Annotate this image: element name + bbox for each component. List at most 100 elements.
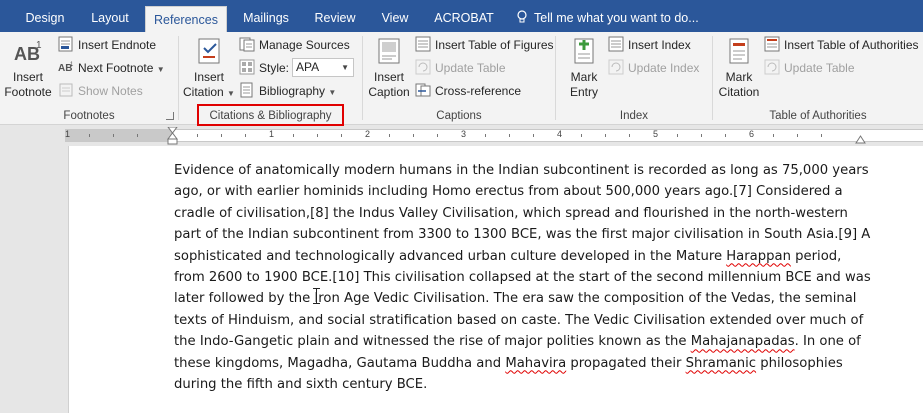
cross-reference-icon: [415, 83, 431, 97]
ruler-tick: [293, 134, 294, 137]
update-index-button[interactable]: Update Index: [608, 58, 699, 78]
insert-endnote-label: Insert Endnote: [78, 38, 157, 52]
manage-sources-icon: [239, 37, 255, 52]
misspelled-word[interactable]: Shramanic: [686, 356, 756, 371]
document-area: Evidence of anatomically modern humans i…: [0, 146, 923, 413]
group-label-toa: Table of Authorities: [769, 110, 867, 122]
cross-reference-label: Cross-reference: [435, 84, 522, 98]
ribbon-tab-bar: Design Layout References Mailings Review…: [0, 0, 923, 32]
tab-view[interactable]: View: [374, 0, 416, 32]
group-index: Mark Entry Insert Index Update Index Ind…: [556, 32, 712, 125]
group-label-index: Index: [619, 110, 649, 122]
mark-citation-button[interactable]: Mark Citation: [715, 34, 763, 100]
tab-layout[interactable]: Layout: [82, 0, 138, 32]
insert-footnote-label-2: Footnote: [4, 85, 52, 99]
body-paragraph[interactable]: Evidence of anatomically modern humans i…: [174, 160, 874, 395]
style-label: Style:: [239, 58, 289, 78]
group-captions: Insert Caption Insert Table of Figures U…: [363, 32, 555, 125]
style-dropdown-value: APA: [296, 60, 320, 74]
insert-citation-button[interactable]: Insert Citation ▼: [181, 34, 237, 101]
ruler-tick: [677, 134, 678, 137]
insert-citation-dropdown-icon[interactable]: ▼: [227, 89, 235, 98]
misspelled-word[interactable]: Harappan: [726, 249, 791, 264]
ruler-tick: [197, 134, 198, 137]
mark-citation-label-1: Mark: [725, 70, 753, 84]
insert-citation-label-1: Insert: [193, 70, 224, 84]
update-table-icon: [415, 59, 431, 75]
bibliography-dropdown-icon[interactable]: ▼: [328, 88, 336, 97]
style-dropdown[interactable]: APA ▼: [292, 58, 354, 77]
tab-review[interactable]: Review: [308, 0, 362, 32]
text-line: from 2600 to 1900 BCE.[10] This civilisa…: [174, 270, 871, 286]
text-line: texts of Hinduism, and social stratifica…: [174, 312, 864, 328]
ruler-tick: [89, 134, 90, 137]
text-segment: these kingdoms, Magadha, Gautama Buddha …: [174, 355, 506, 371]
ruler-number: 2: [365, 129, 371, 139]
tab-acrobat[interactable]: ACROBAT: [428, 0, 500, 32]
text-line: part of the Indian subcontinent from 330…: [174, 227, 871, 243]
insert-endnote-icon: [58, 36, 73, 52]
insert-citation-icon: [198, 38, 220, 64]
text-line: sophisticated and technologically advanc…: [174, 246, 874, 267]
ruler-tick: [581, 134, 582, 137]
insert-table-of-figures-button[interactable]: Insert Table of Figures: [415, 35, 554, 55]
insert-endnote-button[interactable]: Insert Endnote: [58, 35, 156, 55]
misspelled-word[interactable]: Mahajanapadas: [691, 334, 795, 349]
style-dropdown-arrow-icon[interactable]: ▼: [341, 59, 349, 76]
tab-mailings[interactable]: Mailings: [236, 0, 296, 32]
ruler-tick: [245, 134, 246, 137]
insert-citation-label-2: Citation: [183, 85, 224, 99]
ruler-number: 4: [557, 129, 563, 139]
ruler-number: 1: [269, 129, 275, 139]
text-line: the Indo-Gangetic plain and witnessed th…: [174, 331, 874, 352]
next-footnote-dropdown-icon[interactable]: ▼: [157, 65, 165, 74]
indent-marker-icon[interactable]: [167, 127, 178, 145]
tell-me-box[interactable]: Tell me what you want to do...: [516, 0, 699, 32]
document-page[interactable]: Evidence of anatomically modern humans i…: [68, 146, 923, 413]
svg-text:1: 1: [36, 40, 42, 51]
insert-footnote-button[interactable]: AB 1 Insert Footnote: [2, 34, 54, 100]
update-table-captions-label: Update Table: [435, 61, 506, 75]
table-of-figures-icon: [415, 36, 431, 52]
tab-references[interactable]: References: [145, 6, 227, 32]
ruler-tick: [797, 134, 798, 137]
cross-reference-button[interactable]: Cross-reference: [415, 81, 521, 101]
text-line: during the fifth and sixth century BCE.: [174, 377, 428, 393]
ruler-tick: [413, 134, 414, 137]
text-segment: sophisticated and technologically advanc…: [174, 248, 727, 264]
manage-sources-button[interactable]: Manage Sources: [239, 35, 350, 55]
update-index-label: Update Index: [628, 61, 700, 75]
insert-caption-label-2: Caption: [368, 85, 410, 99]
ruler-tick: [341, 134, 342, 137]
insert-index-label: Insert Index: [628, 38, 691, 52]
insert-table-of-authorities-button[interactable]: Insert Table of Authorities: [764, 35, 919, 55]
footnotes-dialog-launcher-icon[interactable]: [166, 112, 174, 120]
show-notes-button[interactable]: Show Notes: [58, 81, 143, 101]
horizontal-ruler[interactable]: 1 1 2 3 4 5 6: [0, 126, 923, 146]
text-cursor-icon: [313, 288, 320, 304]
text-segment: philosophies: [756, 355, 843, 371]
manage-sources-label: Manage Sources: [259, 38, 350, 52]
svg-text:1: 1: [70, 62, 74, 68]
table-of-authorities-icon: [764, 36, 780, 52]
insert-footnote-icon: AB 1: [14, 40, 42, 64]
ruler-tick: [113, 134, 114, 137]
insert-caption-button[interactable]: Insert Caption: [365, 34, 413, 100]
right-indent-marker-icon[interactable]: [855, 135, 866, 144]
mark-citation-icon: [729, 38, 749, 64]
text-segment: . In one of: [794, 334, 861, 350]
next-footnote-button[interactable]: AB 1 Next Footnote ▼: [58, 58, 165, 78]
tab-design[interactable]: Design: [18, 0, 72, 32]
misspelled-word[interactable]: Mahavira: [505, 356, 566, 371]
ruler-tick: [821, 134, 822, 137]
text-segment: propagated their: [566, 355, 686, 371]
insert-table-of-authorities-label: Insert Table of Authorities: [784, 38, 919, 52]
mark-entry-button[interactable]: Mark Entry: [560, 34, 608, 100]
insert-index-button[interactable]: Insert Index: [608, 35, 691, 55]
bibliography-button[interactable]: Bibliography ▼: [239, 81, 336, 101]
ruler-tick: [773, 134, 774, 137]
update-table-toa-button[interactable]: Update Table: [764, 58, 855, 78]
next-footnote-label: Next Footnote: [78, 61, 154, 75]
show-notes-label: Show Notes: [78, 84, 143, 98]
update-table-captions-button[interactable]: Update Table: [415, 58, 506, 78]
